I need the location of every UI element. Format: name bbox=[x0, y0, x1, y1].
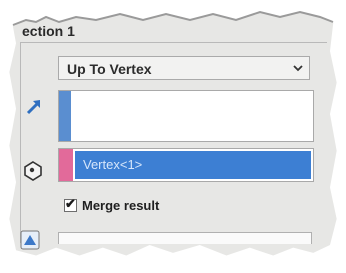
vertex-selected-label: Vertex<1> bbox=[83, 157, 143, 172]
merge-result-label: Merge result bbox=[82, 198, 160, 213]
feature-scope-box[interactable] bbox=[58, 232, 312, 244]
end-condition-dropdown[interactable]: Up To Vertex bbox=[58, 56, 310, 80]
vertex-icon bbox=[24, 161, 42, 181]
vertex-selection-box[interactable]: Vertex<1> bbox=[58, 148, 314, 182]
checkmark-icon: ✔ bbox=[65, 196, 76, 211]
merge-result-checkbox[interactable]: ✔ bbox=[64, 196, 77, 212]
chevron-down-icon bbox=[293, 65, 303, 72]
direction-color-strip bbox=[59, 91, 71, 141]
direction-selection-box[interactable] bbox=[58, 90, 314, 142]
feature-scope-icon[interactable] bbox=[20, 230, 40, 250]
direction-1-header[interactable]: ection 1 bbox=[22, 23, 75, 39]
reverse-direction-arrow-icon[interactable] bbox=[24, 97, 44, 117]
end-condition-value: Up To Vertex bbox=[67, 61, 152, 77]
vertex-color-strip bbox=[59, 149, 73, 181]
vertex-selected-item[interactable]: Vertex<1> bbox=[75, 151, 311, 179]
